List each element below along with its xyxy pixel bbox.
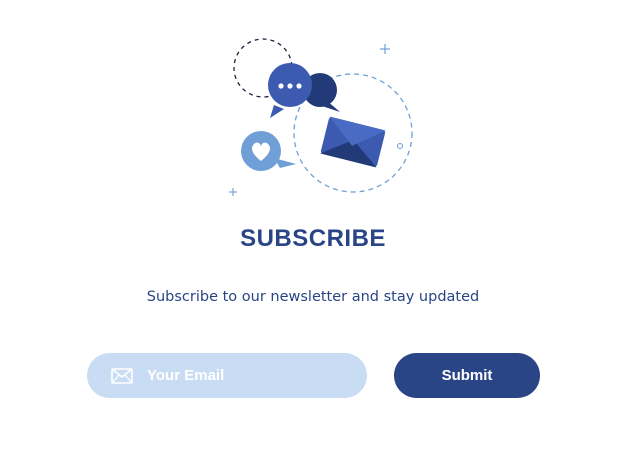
email-field[interactable] <box>87 353 367 398</box>
heart-bubble-icon <box>241 131 296 171</box>
envelope-icon <box>320 116 386 168</box>
envelope-icon <box>111 367 133 384</box>
sparkle-icon <box>229 188 237 196</box>
small-ring-icon <box>397 143 403 149</box>
page-subtitle: Subscribe to our newsletter and stay upd… <box>146 289 480 305</box>
subscribe-illustration <box>222 30 422 200</box>
email-input[interactable] <box>147 367 337 384</box>
submit-button[interactable]: Submit <box>394 353 540 398</box>
sparkle-icon <box>380 44 390 54</box>
chat-bubble-icon <box>268 63 312 118</box>
page-title: SUBSCRIBE <box>240 225 386 252</box>
